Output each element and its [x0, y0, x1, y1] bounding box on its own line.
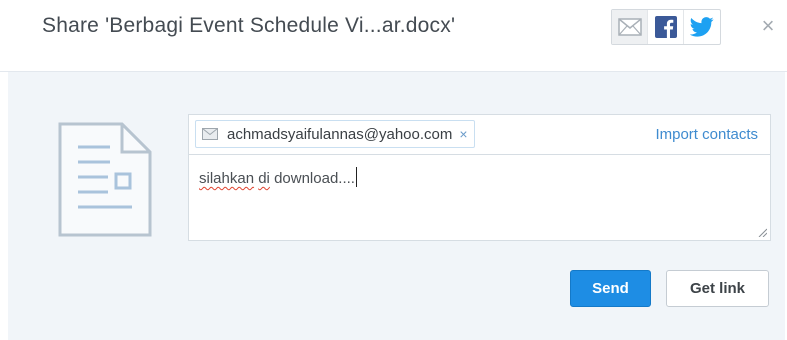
mail-icon [617, 18, 642, 36]
recipient-chip: achmadsyaifulannas@yahoo.com × [195, 120, 475, 148]
message-textarea[interactable]: silahkan di download.... [188, 154, 771, 241]
misspelled-word: silahkan [199, 170, 255, 187]
resize-handle-icon[interactable] [758, 228, 767, 237]
text-caret [355, 167, 357, 187]
close-button[interactable]: × [758, 13, 778, 38]
mail-icon [202, 128, 218, 140]
share-twitter-button[interactable] [684, 10, 720, 44]
close-icon: × [761, 13, 775, 38]
twitter-icon [690, 17, 714, 37]
message-text: silahkan di download.... [199, 167, 357, 187]
share-options [611, 9, 721, 45]
get-link-button[interactable]: Get link [666, 270, 769, 307]
recipient-email: achmadsyaifulannas@yahoo.com [227, 125, 453, 143]
facebook-icon [654, 16, 677, 38]
send-button[interactable]: Send [570, 270, 651, 307]
import-contacts-link[interactable]: Import contacts [655, 126, 758, 143]
share-panel: achmadsyaifulannas@yahoo.com × Import co… [8, 72, 785, 340]
remove-recipient-icon[interactable]: × [459, 127, 467, 141]
dialog-title: Share 'Berbagi Event Schedule Vi...ar.do… [42, 14, 456, 37]
document-icon [58, 122, 152, 237]
recipients-field[interactable]: achmadsyaifulannas@yahoo.com × Import co… [188, 114, 771, 154]
share-facebook-button[interactable] [648, 10, 684, 44]
misspelled-word: di [258, 170, 270, 187]
share-email-button[interactable] [612, 10, 648, 44]
message-rest: download.... [269, 170, 355, 187]
dialog-header: Share 'Berbagi Event Schedule Vi...ar.do… [0, 0, 787, 72]
